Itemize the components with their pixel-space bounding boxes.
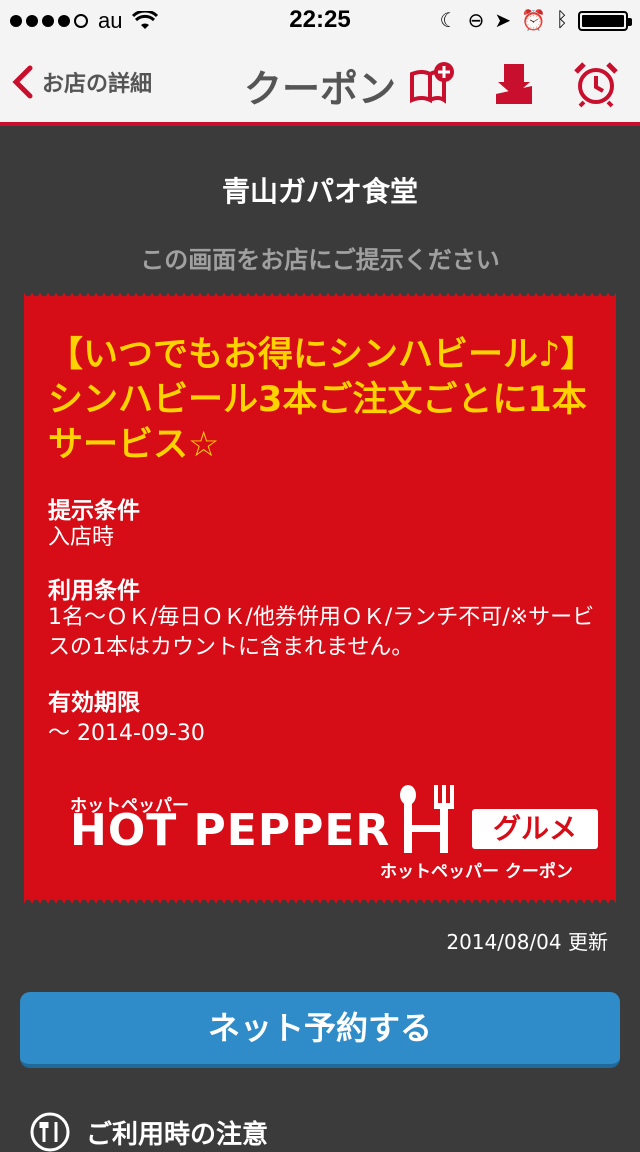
alarm-icon: ⏰ [521,10,546,32]
bluetooth-icon: ᛒ [556,9,568,31]
download-coupon-icon[interactable] [490,60,538,108]
fork-knife-icon [30,1112,70,1152]
logo-sub-text: ホットペッパー クーポン [380,862,573,882]
condition-label: 提示条件 [48,498,140,524]
alarm-clock-icon[interactable] [572,60,620,108]
usage-value: 1名～ＯＫ/毎日ＯＫ/他券併用ＯＫ/ランチ不可/※サービスの1本はカウントに含ま… [48,605,595,660]
rotation-lock-icon: ⊖ [467,10,485,32]
add-bookmark-icon[interactable] [408,60,456,108]
nav-actions [408,60,620,108]
shop-name: 青山ガパオ食堂 [221,175,418,208]
instruction-text: この画面をお店にご提示ください [140,246,500,274]
condition-value: 入店時 [48,525,115,550]
hot-pepper-logo: ホットペッパー HOT PEPPER グルメ ホットペッパー クーポン [70,783,600,883]
updated-date: 2014/08/04 更新 [446,930,608,954]
battery-icon [578,10,632,31]
spoon-fork-icon [400,785,454,853]
coupon-card: 【いつでもお得にシンハビール♪】シンハビール3本ご注文ごとに1本サービス☆ 提示… [24,293,616,903]
notice-label: ご利用時の注意 [86,1119,269,1150]
gurume-badge: グルメ [472,809,598,849]
usage-notice[interactable]: ご利用時の注意 [30,1112,268,1152]
expiry-value: ～ 2014-09-30 [48,721,205,746]
location-icon: ➤ [494,10,512,32]
logo-main-text: HOT PEPPER [70,805,391,856]
status-right: ☾ ⊖ ➤ ⏰ ᛒ [439,8,632,33]
moon-icon: ☾ [439,10,458,32]
net-reserve-button[interactable]: ネット予約する [20,992,620,1068]
coupon-title: 【いつでもお得にシンハビール♪】シンハビール3本ご注文ごとに1本サービス☆ [48,335,596,465]
expiry-label: 有効期限 [48,690,140,716]
usage-label: 利用条件 [48,578,140,604]
nav-bar: お店の詳細 クーポン [0,40,640,126]
status-bar: au 22:25 ☾ ⊖ ➤ ⏰ ᛒ [0,0,640,40]
